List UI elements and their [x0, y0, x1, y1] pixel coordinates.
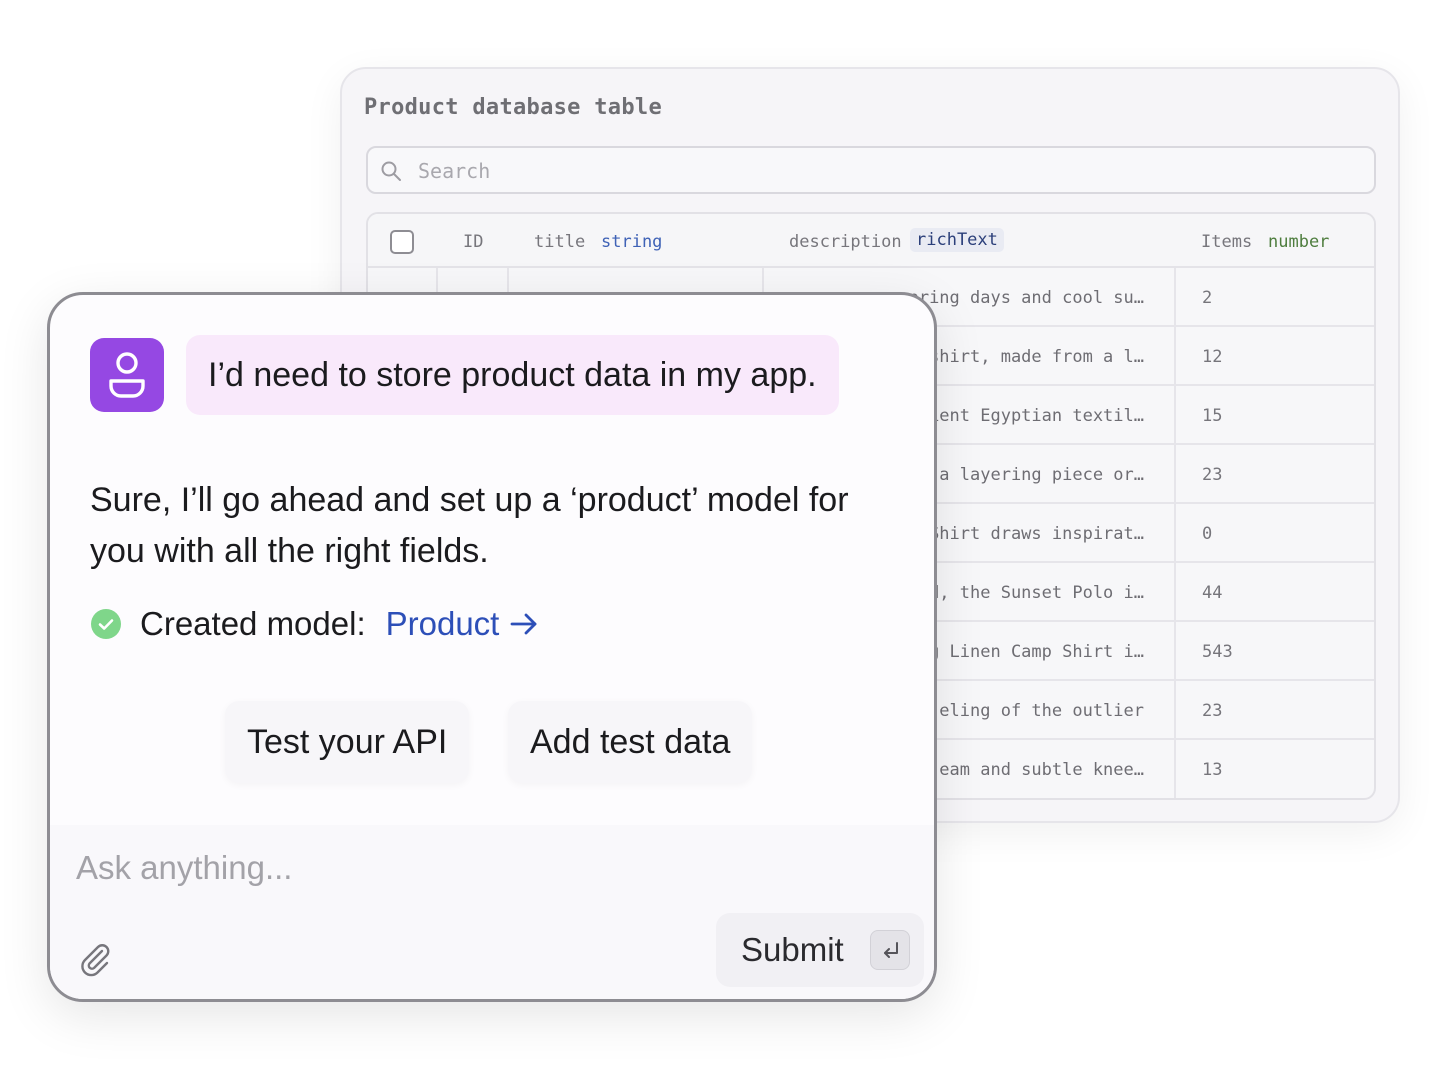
db-search-bar[interactable]: Search: [366, 146, 1376, 194]
product-model-link-text: Product: [385, 605, 500, 642]
column-header-description[interactable]: description: [789, 232, 902, 252]
cell-description: ient Egyptian textil…: [929, 406, 1144, 426]
user-message-bubble: I’d need to store product data in my app…: [186, 335, 839, 415]
product-model-link[interactable]: Product: [386, 605, 540, 643]
cell-items: 12: [1202, 347, 1223, 367]
add-test-data-button[interactable]: Add test data: [508, 701, 753, 783]
test-api-label: Test your API: [247, 722, 448, 761]
select-all-checkbox[interactable]: [390, 230, 414, 254]
assistant-message: Sure, I’ll go ahead and set up a ‘produc…: [90, 481, 849, 570]
column-type-string: string: [601, 232, 663, 252]
cell-items: 23: [1202, 701, 1223, 721]
chat-composer: Submit: [50, 825, 934, 999]
enter-key-hint: [870, 930, 910, 970]
cell-items: 13: [1202, 760, 1223, 780]
cell-description: eam and subtle knee…: [939, 760, 1144, 780]
db-panel-title: Product database table: [364, 95, 662, 120]
cell-description: shirt, made from a l…: [929, 347, 1144, 367]
column-type-number: number: [1268, 232, 1330, 252]
cell-description: pring days and cool su…: [908, 288, 1144, 308]
cell-description: eling of the outlier: [939, 701, 1144, 721]
user-icon: [109, 352, 145, 398]
paperclip-icon[interactable]: [78, 941, 112, 977]
cell-description: Shirt draws inspirat…: [929, 524, 1144, 544]
check-circle-icon: [91, 609, 121, 639]
column-type-richtext: richText: [910, 228, 1004, 252]
cell-items: 15: [1202, 406, 1223, 426]
cell-description: a layering piece or…: [939, 465, 1144, 485]
column-header-items[interactable]: Items: [1201, 232, 1252, 252]
user-message-text: I’d need to store product data in my app…: [208, 355, 817, 394]
cell-items: 543: [1202, 642, 1233, 662]
cell-items: 2: [1202, 288, 1213, 308]
cell-items: 0: [1202, 524, 1213, 544]
add-test-data-label: Add test data: [530, 722, 731, 761]
created-model-status: Created model: Product: [90, 601, 539, 647]
column-header-id[interactable]: ID: [463, 232, 483, 252]
search-placeholder: Search: [418, 159, 491, 183]
cell-items: 44: [1202, 583, 1223, 603]
cell-description: d, the Sunset Polo i…: [929, 583, 1144, 603]
submit-label: Submit: [741, 931, 844, 968]
test-api-button[interactable]: Test your API: [225, 701, 470, 783]
search-icon: [381, 161, 401, 181]
column-header-title[interactable]: title: [534, 232, 585, 252]
chat-panel: I’d need to store product data in my app…: [47, 292, 937, 1002]
created-model-label: Created model:: [140, 605, 366, 642]
table-header: ID title string description richText Ite…: [368, 214, 1374, 268]
arrow-right-icon: [510, 613, 537, 635]
avatar: [90, 338, 164, 412]
cell-description: g Linen Camp Shirt i…: [929, 642, 1144, 662]
submit-button[interactable]: Submit: [716, 913, 924, 987]
cell-items: 23: [1202, 465, 1223, 485]
enter-key-icon: [884, 942, 898, 958]
ask-input[interactable]: [76, 843, 896, 893]
